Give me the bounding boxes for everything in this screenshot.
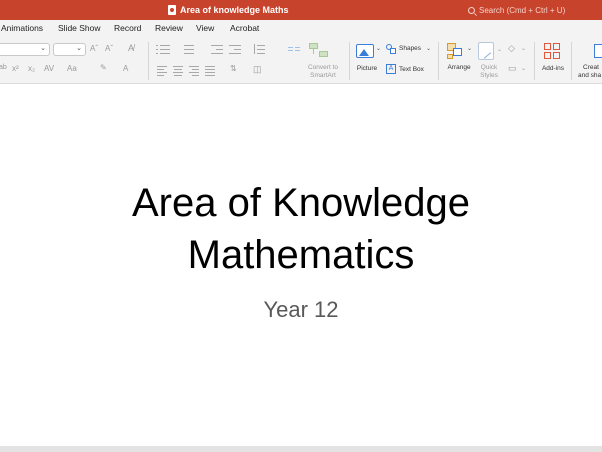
tab-view[interactable]: View: [196, 23, 214, 33]
slide-title-line-1[interactable]: Area of Knowledge: [0, 181, 602, 226]
smartart-icon[interactable]: [309, 43, 329, 59]
chevron-down-icon: ⌄: [40, 45, 46, 52]
divider: [534, 42, 535, 80]
shape-outline-icon[interactable]: ▭: [508, 63, 517, 74]
chevron-down-icon: ⌄: [76, 45, 82, 52]
bullets-icon[interactable]: [156, 44, 170, 54]
slide-title-line-2[interactable]: Mathematics: [0, 233, 602, 278]
subscript-button[interactable]: x₂: [28, 64, 35, 73]
slide-canvas[interactable]: Area of Knowledge Mathematics Year 12: [0, 85, 602, 445]
divider: [148, 42, 149, 80]
arrange-button[interactable]: Arrange: [444, 64, 474, 71]
chevron-down-icon[interactable]: ⌄: [376, 45, 381, 52]
text-box-icon[interactable]: A: [386, 64, 396, 74]
search-placeholder[interactable]: Search (Cmd + Ctrl + U): [479, 6, 565, 15]
quick-styles-label-1: Quick: [480, 64, 498, 71]
numbering-icon[interactable]: [180, 44, 194, 54]
canvas-bottom-strip: [0, 446, 602, 452]
picture-button[interactable]: Picture: [352, 65, 382, 72]
tab-slide-show[interactable]: Slide Show: [58, 23, 101, 33]
powerpoint-doc-icon: [168, 5, 176, 15]
document-title: Area of knowledge Maths: [168, 3, 289, 17]
chevron-down-icon[interactable]: ⌄: [467, 45, 472, 52]
quick-styles-button[interactable]: Quick Styles: [476, 64, 502, 80]
align-center-icon[interactable]: [173, 66, 183, 76]
convert-smartart-label-2: SmartArt: [310, 72, 336, 79]
tab-review[interactable]: Review: [155, 23, 183, 33]
create-share-label-1: Creat: [583, 64, 599, 71]
chevron-down-icon[interactable]: ⌄: [497, 46, 502, 53]
columns-icon[interactable]: [288, 46, 300, 52]
create-pdf-icon[interactable]: [594, 44, 602, 58]
shape-fill-icon[interactable]: ◇: [508, 43, 515, 54]
chevron-down-icon[interactable]: ⌄: [426, 45, 431, 52]
divider: [438, 42, 439, 80]
search-icon: [468, 6, 475, 14]
ribbon-toolbar: ⌄ ⌄ Aˆ Aˇ A̸ ab x² x₂ AV Aa ✎ A ⇅ ◫ Conv…: [0, 38, 602, 84]
divider: [571, 42, 572, 80]
document-title-text: Area of knowledge Maths: [180, 5, 289, 15]
decrease-indent-icon[interactable]: [211, 44, 223, 54]
font-name-dropdown[interactable]: ⌄: [0, 43, 50, 56]
shapes-button[interactable]: Shapes: [399, 45, 421, 52]
shapes-icon[interactable]: [386, 44, 396, 54]
character-spacing-button[interactable]: AV: [44, 64, 54, 73]
chevron-down-icon[interactable]: ⌄: [521, 65, 526, 72]
create-share-label-2: and sha: [578, 72, 602, 79]
quick-styles-label-2: Styles: [480, 72, 498, 79]
increase-font-size-button[interactable]: Aˆ: [90, 44, 98, 53]
search-box[interactable]: Search (Cmd + Ctrl + U): [468, 3, 565, 17]
text-box-button[interactable]: Text Box: [399, 66, 424, 73]
quick-styles-icon[interactable]: [478, 42, 494, 60]
arrange-icon[interactable]: [447, 43, 465, 59]
ribbon-tabs: Animations Slide Show Record Review View…: [0, 20, 602, 38]
tab-record[interactable]: Record: [114, 23, 141, 33]
font-size-dropdown[interactable]: ⌄: [53, 43, 86, 56]
align-left-icon[interactable]: [157, 66, 167, 76]
font-color-button[interactable]: A: [123, 64, 128, 73]
justify-icon[interactable]: [205, 66, 215, 76]
chevron-down-icon[interactable]: ⌄: [521, 45, 526, 52]
align-right-icon[interactable]: [189, 66, 199, 76]
line-spacing-icon[interactable]: [253, 44, 265, 54]
title-bar: Area of knowledge Maths Search (Cmd + Ct…: [0, 0, 602, 20]
picture-icon[interactable]: [356, 44, 374, 58]
align-text-icon[interactable]: ◫: [253, 64, 262, 75]
clear-formatting-icon[interactable]: A̸: [128, 43, 134, 53]
add-ins-button[interactable]: Add-ins: [539, 65, 567, 72]
tab-animations[interactable]: Animations: [1, 23, 43, 33]
decrease-font-size-button[interactable]: Aˇ: [105, 44, 113, 53]
highlight-pen-icon[interactable]: ✎: [100, 63, 107, 72]
divider: [349, 42, 350, 80]
convert-smartart-label-1: Convert to: [308, 64, 338, 71]
change-case-button[interactable]: Aa: [67, 64, 77, 73]
add-ins-icon[interactable]: [544, 43, 560, 59]
superscript-button[interactable]: x²: [12, 64, 19, 73]
text-direction-icon[interactable]: ⇅: [230, 64, 237, 73]
strikethrough-icon[interactable]: ab: [0, 64, 7, 71]
tab-acrobat[interactable]: Acrobat: [230, 23, 259, 33]
convert-smartart-button[interactable]: Convert to SmartArt: [302, 64, 344, 80]
create-and-share-button[interactable]: Creat and sha: [578, 64, 602, 80]
increase-indent-icon[interactable]: [229, 44, 241, 54]
slide-subtitle[interactable]: Year 12: [0, 297, 602, 323]
